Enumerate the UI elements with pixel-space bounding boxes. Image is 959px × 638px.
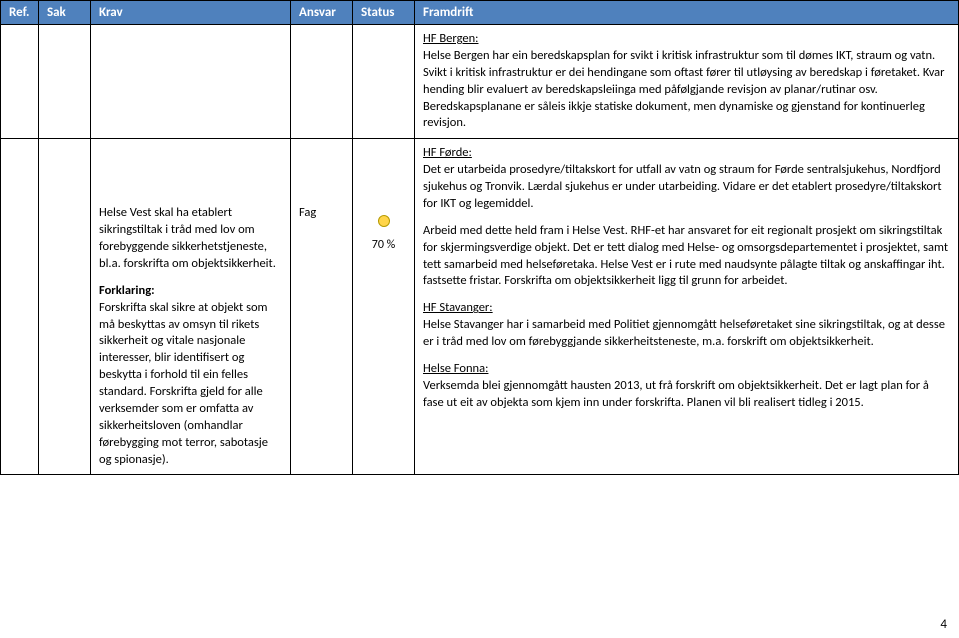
table-row: HF Bergen: Helse Bergen har ein beredska…	[1, 25, 959, 139]
header-ref: Ref.	[1, 1, 39, 25]
framdrift-section-text: Helse Stavanger har i samarbeid med Poli…	[423, 317, 945, 349]
framdrift-section-title: HF Bergen:	[423, 31, 478, 46]
cell-krav	[91, 25, 291, 139]
cell-ansvar	[291, 25, 353, 139]
cell-krav: Helse Vest skal ha etablert sikringstilt…	[91, 139, 291, 475]
framdrift-section-title: HF Stavanger:	[423, 300, 493, 315]
krav-paragraph: Helse Vest skal ha etablert sikringstilt…	[99, 205, 282, 273]
cell-sak	[39, 139, 91, 475]
cell-ansvar: Fag	[291, 139, 353, 475]
framdrift-section-text: Helse Bergen har ein beredskapsplan for …	[423, 48, 945, 131]
header-ansvar: Ansvar	[291, 1, 353, 25]
table-row: Helse Vest skal ha etablert sikringstilt…	[1, 139, 959, 475]
krav-paragraph: Forskrifta skal sikre at objekt som må b…	[99, 300, 268, 467]
framdrift-section-text: Det er utarbeida prosedyre/tiltakskort f…	[423, 162, 942, 211]
status-indicator-icon	[378, 215, 390, 227]
header-status: Status	[353, 1, 415, 25]
framdrift-section-text: Verksemda blei gjennomgått hausten 2013,…	[423, 378, 929, 410]
cell-ref	[1, 139, 39, 475]
cell-status	[353, 25, 415, 139]
cell-sak	[39, 25, 91, 139]
status-percent: 70 %	[372, 238, 395, 252]
framdrift-section-title: Helse Fonna:	[423, 361, 488, 376]
cell-status: 70 %	[353, 139, 415, 475]
cell-framdrift: HF Bergen: Helse Bergen har ein beredska…	[415, 25, 959, 139]
framdrift-section-title: HF Førde:	[423, 145, 472, 160]
header-framdrift: Framdrift	[415, 1, 959, 25]
framdrift-section-text: Arbeid med dette held fram i Helse Vest.…	[423, 223, 950, 291]
cell-framdrift: HF Førde: Det er utarbeida prosedyre/til…	[415, 139, 959, 475]
cell-ref	[1, 25, 39, 139]
header-sak: Sak	[39, 1, 91, 25]
header-krav: Krav	[91, 1, 291, 25]
report-table: Ref. Sak Krav Ansvar Status Framdrift HF…	[0, 0, 959, 475]
forklaring-label: Forklaring:	[99, 283, 155, 298]
table-header-row: Ref. Sak Krav Ansvar Status Framdrift	[1, 1, 959, 25]
page-number: 4	[940, 617, 947, 632]
ansvar-value: Fag	[299, 205, 316, 220]
